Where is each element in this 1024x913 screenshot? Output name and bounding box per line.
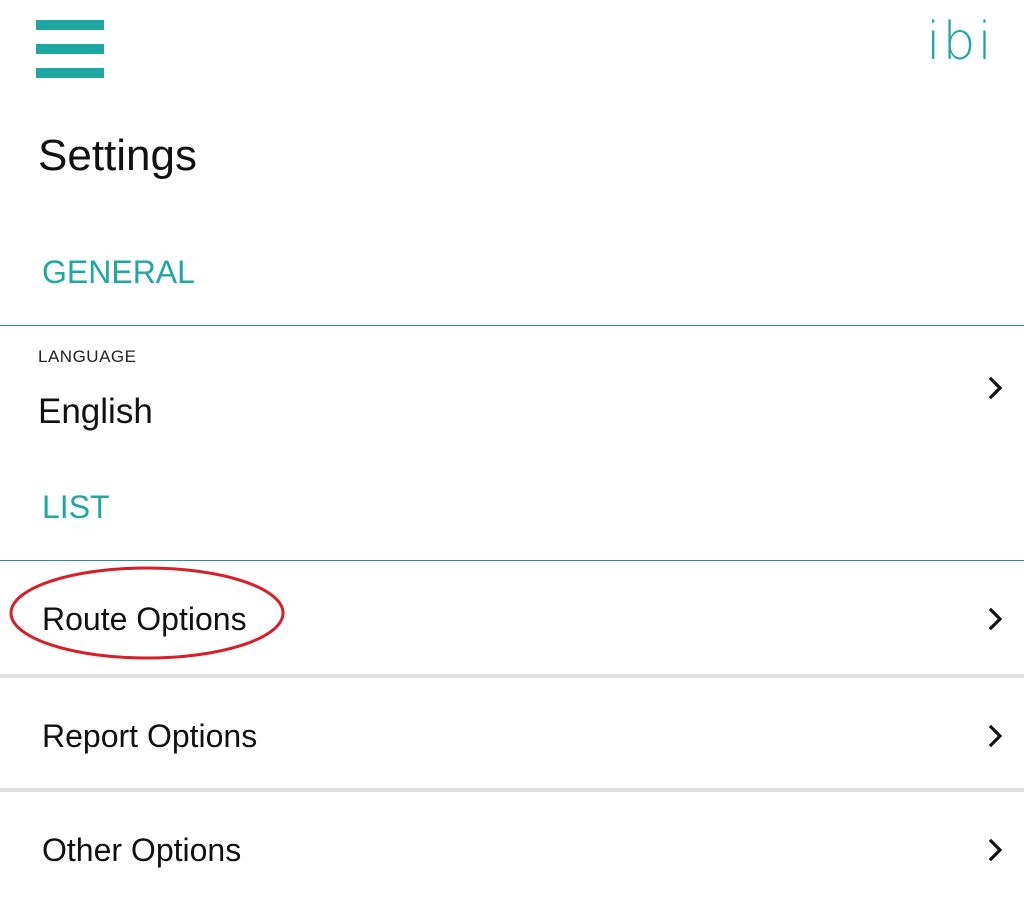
menu-bar xyxy=(36,44,104,54)
menu-bar xyxy=(36,20,104,30)
section-header-general: GENERAL xyxy=(42,254,195,290)
app-header: ibi xyxy=(0,0,1024,100)
brand-logo: ibi xyxy=(926,12,994,72)
report-options-row[interactable]: Report Options xyxy=(0,678,1024,791)
chevron-right-icon xyxy=(988,838,1003,862)
report-options-label: Report Options xyxy=(42,718,258,754)
page-title: Settings xyxy=(38,131,197,180)
other-options-row[interactable]: Other Options xyxy=(0,792,1024,905)
other-options-label: Other Options xyxy=(42,832,242,868)
language-setting-row[interactable]: LANGUAGE English xyxy=(0,326,1024,456)
language-caption: LANGUAGE xyxy=(38,347,137,366)
route-options-row[interactable]: Route Options xyxy=(0,561,1024,674)
chevron-right-icon xyxy=(988,376,1003,400)
route-options-label: Route Options xyxy=(42,601,247,637)
hamburger-menu-icon[interactable] xyxy=(36,20,104,80)
chevron-right-icon xyxy=(988,724,1003,748)
section-header-list: LIST xyxy=(42,489,110,525)
menu-bar xyxy=(36,68,104,78)
language-value: English xyxy=(38,392,153,431)
chevron-right-icon xyxy=(988,607,1003,631)
